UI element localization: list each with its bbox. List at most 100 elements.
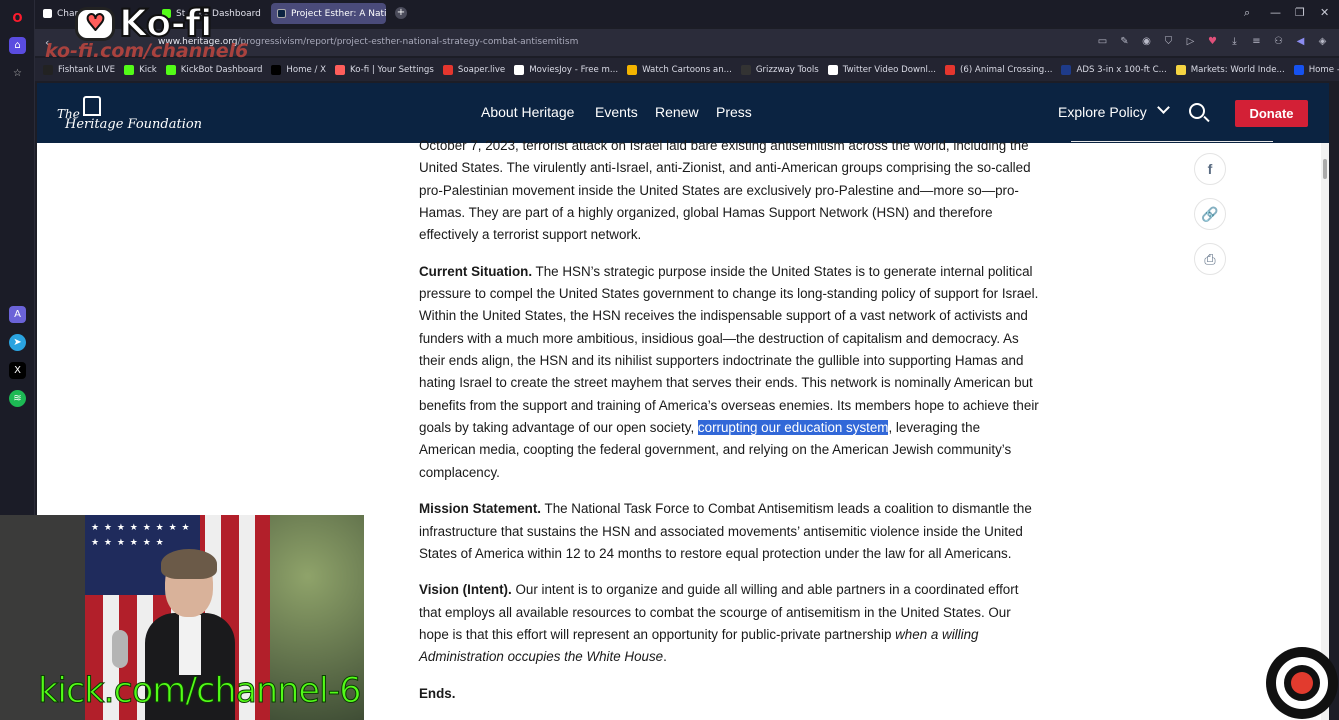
- text-vision-end: .: [663, 649, 667, 665]
- camera-icon[interactable]: ◉: [1140, 35, 1153, 48]
- heading-ends: Ends.: [419, 683, 1039, 705]
- kick-url-overlay: kick.com/channel-6: [38, 671, 363, 712]
- paragraph-current-situation: Current Situation. The HSN’s strategic p…: [419, 261, 1039, 484]
- bookmark-favicon-icon: [124, 64, 135, 75]
- bookmark-label: Home - Coinbase: [1308, 64, 1339, 75]
- bookmark-item[interactable]: Home / X: [271, 64, 327, 75]
- bookmark-favicon-icon: [945, 64, 956, 75]
- aria-icon[interactable]: A: [9, 306, 26, 323]
- bookmark-label: Watch Cartoons an...: [642, 64, 732, 75]
- volume-icon[interactable]: ◀: [1294, 35, 1307, 48]
- profile-icon[interactable]: ⚇: [1272, 35, 1285, 48]
- x-icon[interactable]: X: [9, 362, 26, 379]
- heart-icon[interactable]: ♥: [1206, 35, 1219, 48]
- kofi-logo-text: Ko-fi: [118, 1, 214, 46]
- label-ends: Ends.: [419, 685, 456, 701]
- heart-icon: ♥: [85, 10, 107, 36]
- selected-text[interactable]: corrupting our education system: [697, 420, 889, 436]
- bookmark-label: Home / X: [286, 64, 327, 75]
- nav-renew[interactable]: Renew: [655, 104, 699, 120]
- scrollbar[interactable]: [1321, 143, 1329, 720]
- spotify-icon[interactable]: ≋: [9, 390, 26, 407]
- bookmark-label: Twitter Video Downl...: [842, 64, 937, 75]
- bookmark-item[interactable]: MoviesJoy - Free m...: [514, 64, 619, 75]
- bookmark-favicon-icon: [740, 64, 751, 75]
- bookmark-item[interactable]: Twitter Video Downl...: [827, 64, 937, 75]
- url-path: /progressivism/report/project-esther-nat…: [237, 37, 579, 47]
- article-body: October 7, 2023, terrorist attack on Isr…: [419, 135, 1039, 719]
- download-icon[interactable]: ⤓: [1228, 35, 1241, 48]
- label-current-situation: Current Situation.: [419, 263, 533, 279]
- star-icon[interactable]: ☆: [9, 65, 26, 82]
- bookmark-label: (6) Animal Crossing...: [960, 64, 1053, 75]
- microphone: [112, 630, 128, 668]
- copy-link-icon[interactable]: 🔗: [1194, 198, 1226, 230]
- nav-press[interactable]: Press: [716, 104, 752, 120]
- bookmark-item[interactable]: Fishtank LIVE: [43, 64, 116, 75]
- bookmark-item[interactable]: Kick: [124, 64, 157, 75]
- chevron-down-icon[interactable]: [1157, 101, 1170, 114]
- bookmark-item[interactable]: Ko-fi | Your Settings: [335, 64, 434, 75]
- bookmark-item[interactable]: KickBot Dashboard: [165, 64, 262, 75]
- home-icon[interactable]: ⌂: [9, 37, 26, 54]
- search-tabs-icon[interactable]: ⌕: [1244, 6, 1250, 20]
- paragraph-mission: Mission Statement. The National Task For…: [419, 498, 1039, 565]
- streamer-shirt: [179, 615, 201, 675]
- screen: O ⌂ ☆ A ➤ X ≋ Chan Str ck Dashboard Proj…: [0, 0, 1339, 720]
- bookmark-label: ADS 3-in x 100-ft C...: [1076, 64, 1167, 75]
- tab-project-esther[interactable]: Project Esther: A National: [271, 3, 386, 24]
- bookmark-item[interactable]: Home - Coinbase: [1293, 64, 1339, 75]
- bookmark-item[interactable]: Soaper.live: [442, 64, 506, 75]
- extension-icon[interactable]: ◈: [1316, 35, 1329, 48]
- reader-icon[interactable]: ▭: [1096, 35, 1109, 48]
- logo-text-name: Heritage Foundation: [65, 117, 203, 132]
- opera-logo-icon[interactable]: O: [9, 9, 26, 26]
- tab-strip: Chan Str ck Dashboard Project Esther: A …: [35, 0, 1339, 27]
- bookmark-favicon-icon: [335, 64, 346, 75]
- text-current-a: The HSN’s strategic purpose inside the U…: [419, 263, 1039, 436]
- donate-button[interactable]: Donate: [1235, 100, 1308, 127]
- bookmark-item[interactable]: (6) Animal Crossing...: [945, 64, 1053, 75]
- minimize-icon[interactable]: —: [1270, 6, 1281, 19]
- scrollbar-thumb[interactable]: [1323, 159, 1327, 179]
- bookmark-item[interactable]: Markets: World Inde...: [1175, 64, 1285, 75]
- bookmark-favicon-icon: [1061, 64, 1072, 75]
- bookmark-favicon-icon: [1293, 64, 1304, 75]
- new-tab-button[interactable]: +: [395, 7, 407, 19]
- channel6-logo: [1266, 647, 1338, 719]
- bookmark-label: Soaper.live: [457, 64, 506, 75]
- bookmark-label: MoviesJoy - Free m...: [529, 64, 619, 75]
- bookmark-label: Markets: World Inde...: [1190, 64, 1285, 75]
- x-icon: [43, 9, 52, 18]
- nav-about-heritage[interactable]: About Heritage: [481, 104, 574, 120]
- print-icon[interactable]: ⎙: [1194, 243, 1226, 275]
- site-header: The Heritage Foundation About Heritage E…: [37, 83, 1329, 143]
- bookmark-label: Ko-fi | Your Settings: [350, 64, 434, 75]
- tab-label: Project Esther: A National: [291, 8, 386, 19]
- liberty-bell-icon: [83, 96, 101, 116]
- menu-icon[interactable]: ≡: [1250, 35, 1263, 48]
- bookmark-label: Fishtank LIVE: [58, 64, 116, 75]
- divider: [1071, 141, 1273, 142]
- nav-events[interactable]: Events: [595, 104, 638, 120]
- explore-policy-menu[interactable]: Explore Policy: [1058, 104, 1147, 120]
- address-bar-tools: ▭ ✎ ◉ ⛉ ▷ ♥ ⤓ ≡ ⚇ ◀ ◈: [1096, 35, 1329, 48]
- search-icon[interactable]: [1189, 103, 1205, 119]
- bookmark-item[interactable]: Watch Cartoons an...: [627, 64, 732, 75]
- bookmark-item[interactable]: ADS 3-in x 100-ft C...: [1061, 64, 1167, 75]
- edit-icon[interactable]: ✎: [1118, 35, 1131, 48]
- close-icon[interactable]: ✕: [1320, 6, 1329, 19]
- facebook-share-icon[interactable]: f: [1194, 153, 1226, 185]
- channel6-dot: [1291, 672, 1313, 694]
- kofi-url: ko-fi.com/channel6: [45, 40, 249, 62]
- bookmark-item[interactable]: Grizzway Tools: [740, 64, 819, 75]
- bookmark-favicon-icon: [165, 64, 176, 75]
- bookmark-label: Grizzway Tools: [755, 64, 819, 75]
- maximize-icon[interactable]: ❐: [1295, 6, 1305, 19]
- label-mission: Mission Statement.: [419, 501, 542, 517]
- bookmark-favicon-icon: [514, 64, 525, 75]
- shield-icon[interactable]: ⛉: [1162, 35, 1175, 48]
- kofi-cup-icon: ♥: [75, 6, 115, 41]
- play-icon[interactable]: ▷: [1184, 35, 1197, 48]
- telegram-icon[interactable]: ➤: [9, 334, 26, 351]
